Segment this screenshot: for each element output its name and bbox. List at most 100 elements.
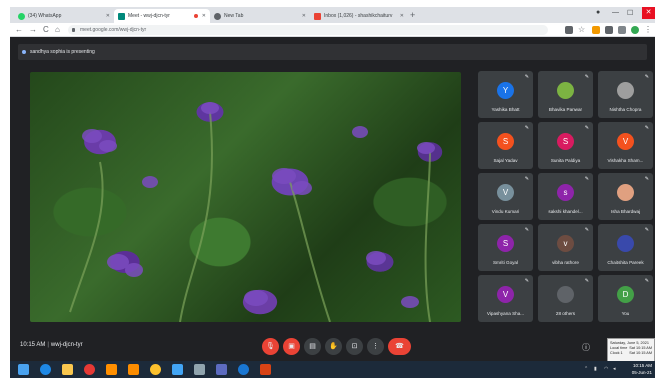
tab-whatsapp[interactable]: (34) WhatsApp ✕ bbox=[14, 9, 114, 23]
participant-tile[interactable]: V Vindu Kumari ✎ bbox=[478, 173, 533, 220]
tab-title: Meet - wwj-djcn-tyr bbox=[128, 13, 170, 19]
more-options-button[interactable]: ⋮ bbox=[367, 338, 384, 355]
new-tab-button[interactable]: + bbox=[410, 10, 415, 20]
powerpoint-icon[interactable] bbox=[260, 364, 271, 375]
windows-start-icon[interactable] bbox=[18, 364, 29, 375]
tray-chevron-icon[interactable]: ⌃ bbox=[584, 366, 588, 372]
participant-tile[interactable]: 28 others ✎ bbox=[538, 275, 593, 322]
address-bar[interactable]: meet.google.com/wwj-djcn-tyr bbox=[68, 25, 548, 35]
mic-muted-icon: ✎ bbox=[584, 176, 589, 182]
back-icon[interactable]: ← bbox=[15, 24, 23, 36]
participant-tile[interactable]: Bhavika Panwar ✎ bbox=[538, 71, 593, 118]
participant-tile[interactable]: Isha Bhardwaj ✎ bbox=[598, 173, 653, 220]
meet-control-bar: 10:15 AM | wwj-djcn-tyr 🎙 ▣ ▤ ✋ ⊡ ⋮ ☎ ⓘ bbox=[10, 333, 655, 361]
close-window-icon[interactable]: ✕ bbox=[642, 7, 655, 19]
wifi-icon[interactable]: ◠ bbox=[604, 366, 608, 372]
avatar: v bbox=[557, 235, 574, 252]
tab-meet[interactable]: Meet - wwj-djcn-tyr ✕ bbox=[114, 9, 210, 23]
extension-icon[interactable] bbox=[592, 26, 600, 34]
minimize-icon[interactable]: — bbox=[612, 9, 619, 16]
taskbar-date: 05-Jun-21 bbox=[631, 370, 652, 375]
media-player-icon[interactable] bbox=[128, 364, 139, 375]
avatar[interactable] bbox=[631, 26, 639, 34]
lock-icon bbox=[72, 28, 75, 32]
participant-tile[interactable]: S Sunita Paldiya ✎ bbox=[538, 122, 593, 169]
participant-tile[interactable]: Nishtha Chopra ✎ bbox=[598, 71, 653, 118]
chrome-icon bbox=[214, 12, 221, 20]
presentation-stage bbox=[30, 72, 461, 322]
close-icon[interactable]: ✕ bbox=[106, 13, 110, 19]
participant-tile[interactable]: Y Yashika Bhatt ✎ bbox=[478, 71, 533, 118]
mic-muted-icon: ✎ bbox=[584, 125, 589, 131]
tab-gmail[interactable]: Inbox (1,026) - shashikchaiturv ✕ bbox=[310, 9, 408, 23]
participant-name: Chaitshita Pareek bbox=[607, 260, 644, 265]
zoom-icon[interactable] bbox=[238, 364, 249, 375]
maximize-icon[interactable]: ☐ bbox=[627, 9, 633, 17]
participant-tile[interactable]: S Sajal Yadav ✎ bbox=[478, 122, 533, 169]
participant-tile[interactable]: v vibha rathore ✎ bbox=[538, 224, 593, 271]
camera-off-button[interactable]: ▣ bbox=[283, 338, 300, 355]
mic-muted-icon: ✎ bbox=[644, 74, 649, 80]
close-icon[interactable]: ✕ bbox=[400, 13, 404, 19]
tooltip-clock-value: Sat 10:15 AM bbox=[629, 351, 652, 355]
file-explorer-icon[interactable] bbox=[62, 364, 73, 375]
avatar: V bbox=[497, 286, 514, 303]
presenting-text: sandhya sophia is presenting bbox=[30, 49, 95, 55]
battery-icon[interactable]: ▮ bbox=[594, 366, 597, 372]
participant-name: You bbox=[621, 311, 630, 316]
participant-name: sakshi khandel... bbox=[548, 209, 583, 214]
mic-muted-icon: ✎ bbox=[524, 125, 529, 131]
participant-tile[interactable]: V Vishakha Sham... ✎ bbox=[598, 122, 653, 169]
participant-name: Isha Bhardwaj bbox=[610, 209, 641, 214]
mic-muted-icon: ✎ bbox=[524, 74, 529, 80]
vlc-icon[interactable] bbox=[106, 364, 117, 375]
close-icon[interactable]: ✕ bbox=[302, 13, 306, 19]
participant-tile[interactable]: Chaitshita Pareek ✎ bbox=[598, 224, 653, 271]
present-button[interactable]: ⊡ bbox=[346, 338, 363, 355]
taskbar-time: 10:15 AM bbox=[632, 363, 652, 368]
participant-name: Vishakha Sham... bbox=[607, 158, 644, 163]
participant-name: Nishtha Chopra bbox=[609, 107, 642, 112]
app-icon[interactable] bbox=[172, 364, 183, 375]
star-icon[interactable]: ☆ bbox=[578, 24, 585, 36]
avatar bbox=[617, 235, 634, 252]
edge-icon[interactable] bbox=[40, 364, 51, 375]
mic-muted-icon: ✎ bbox=[644, 125, 649, 131]
captions-button[interactable]: ▤ bbox=[304, 338, 321, 355]
raise-hand-button[interactable]: ✋ bbox=[325, 338, 342, 355]
avatar: D bbox=[617, 286, 634, 303]
menu-icon[interactable]: ⋮ bbox=[644, 24, 652, 36]
avatar: V bbox=[617, 133, 634, 150]
avatar bbox=[617, 82, 634, 99]
participant-tile[interactable]: V Vipashyana Sha... ✎ bbox=[478, 275, 533, 322]
tab-title: Inbox (1,026) - shashikchaiturv bbox=[324, 13, 393, 19]
mic-off-button[interactable]: 🎙 bbox=[262, 338, 279, 355]
participant-tile[interactable]: s sakshi khandel... ✎ bbox=[538, 173, 593, 220]
tab-title: (34) WhatsApp bbox=[28, 13, 62, 19]
photos-icon[interactable] bbox=[194, 364, 205, 375]
participant-tile[interactable]: D You ✎ bbox=[598, 275, 653, 322]
violet-flowers-image bbox=[69, 102, 435, 322]
settings-icon[interactable] bbox=[216, 364, 227, 375]
mic-muted-icon: ✎ bbox=[524, 278, 529, 284]
reload-icon[interactable]: C bbox=[43, 24, 49, 36]
taskbar-clock[interactable]: 10:15 AM 05-Jun-21 bbox=[622, 362, 652, 376]
camera-indicator-icon[interactable] bbox=[565, 26, 573, 34]
forward-icon[interactable]: → bbox=[29, 24, 37, 36]
close-icon[interactable]: ✕ bbox=[202, 13, 206, 19]
puzzle-icon[interactable] bbox=[605, 26, 613, 34]
end-call-button[interactable]: ☎ bbox=[388, 338, 411, 355]
opera-icon[interactable] bbox=[84, 364, 95, 375]
tab-new-tab[interactable]: New Tab ✕ bbox=[210, 9, 310, 23]
mic-muted-icon: ✎ bbox=[644, 227, 649, 233]
participant-tile[interactable]: S Smriti Goyal ✎ bbox=[478, 224, 533, 271]
profile-icon[interactable]: ● bbox=[596, 9, 600, 16]
home-icon[interactable]: ⌂ bbox=[55, 24, 60, 36]
mic-muted-icon: ✎ bbox=[584, 278, 589, 284]
avatar bbox=[617, 184, 634, 201]
meeting-time: 10:15 AM bbox=[20, 342, 46, 348]
chrome-icon[interactable] bbox=[150, 364, 161, 375]
info-icon[interactable]: ⓘ bbox=[582, 342, 590, 353]
media-icon[interactable] bbox=[618, 26, 626, 34]
volume-icon[interactable]: ◂ bbox=[613, 366, 616, 372]
